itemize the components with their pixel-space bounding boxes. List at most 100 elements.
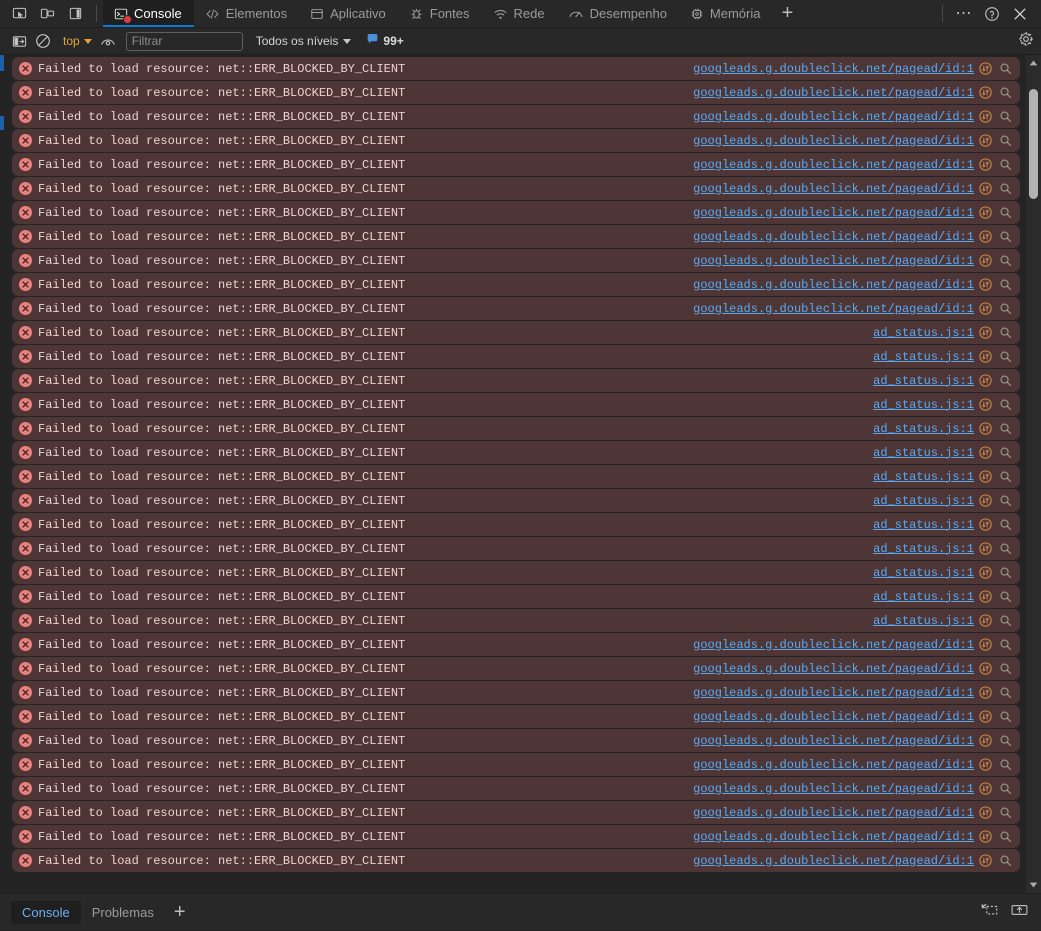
network-request-icon[interactable] (979, 374, 992, 387)
console-message-row[interactable]: Failed to load resource: net::ERR_BLOCKE… (12, 705, 1020, 728)
console-message-row[interactable]: Failed to load resource: net::ERR_BLOCKE… (12, 417, 1020, 440)
scrollbar-thumb[interactable] (1029, 89, 1038, 199)
console-message-row[interactable]: Failed to load resource: net::ERR_BLOCKE… (12, 801, 1020, 824)
network-request-icon[interactable] (979, 710, 992, 723)
source-link[interactable]: ad_status.js:1 (873, 614, 974, 628)
search-icon[interactable] (997, 278, 1012, 291)
network-request-icon[interactable] (979, 350, 992, 363)
console-message-row[interactable]: Failed to load resource: net::ERR_BLOCKE… (12, 753, 1020, 776)
network-request-icon[interactable] (979, 206, 992, 219)
search-icon[interactable] (997, 614, 1012, 627)
drawer-tab-console[interactable]: Console (11, 900, 81, 924)
source-link[interactable]: googleads.g.doubleclick.net/pagead/id:1 (693, 854, 974, 868)
clear-console-icon[interactable] (31, 30, 55, 52)
console-message-row[interactable]: Failed to load resource: net::ERR_BLOCKE… (12, 513, 1020, 536)
console-message-row[interactable]: Failed to load resource: net::ERR_BLOCKE… (12, 177, 1020, 200)
source-link[interactable]: googleads.g.doubleclick.net/pagead/id:1 (693, 302, 974, 316)
help-icon[interactable] (979, 1, 1005, 27)
source-link[interactable]: googleads.g.doubleclick.net/pagead/id:1 (693, 254, 974, 268)
source-link[interactable]: googleads.g.doubleclick.net/pagead/id:1 (693, 734, 974, 748)
network-request-icon[interactable] (979, 446, 992, 459)
source-link[interactable]: ad_status.js:1 (873, 446, 974, 460)
network-request-icon[interactable] (979, 662, 992, 675)
source-link[interactable]: ad_status.js:1 (873, 494, 974, 508)
network-request-icon[interactable] (979, 62, 992, 75)
console-scrollbar[interactable] (1026, 55, 1041, 893)
source-link[interactable]: ad_status.js:1 (873, 326, 974, 340)
network-request-icon[interactable] (979, 518, 992, 531)
source-link[interactable]: ad_status.js:1 (873, 566, 974, 580)
console-message-row[interactable]: Failed to load resource: net::ERR_BLOCKE… (12, 849, 1020, 872)
search-icon[interactable] (997, 446, 1012, 459)
network-request-icon[interactable] (979, 230, 992, 243)
console-message-row[interactable]: Failed to load resource: net::ERR_BLOCKE… (12, 201, 1020, 224)
source-link[interactable]: googleads.g.doubleclick.net/pagead/id:1 (693, 638, 974, 652)
filter-input[interactable] (125, 31, 243, 51)
drawer-add-tab-button[interactable]: + (165, 902, 195, 922)
source-link[interactable]: googleads.g.doubleclick.net/pagead/id:1 (693, 110, 974, 124)
network-request-icon[interactable] (979, 422, 992, 435)
search-icon[interactable] (997, 494, 1012, 507)
tab-fontes[interactable]: Fontes (398, 0, 482, 27)
search-icon[interactable] (997, 854, 1012, 867)
search-icon[interactable] (997, 86, 1012, 99)
source-link[interactable]: googleads.g.doubleclick.net/pagead/id:1 (693, 806, 974, 820)
network-request-icon[interactable] (979, 158, 992, 171)
console-message-row[interactable]: Failed to load resource: net::ERR_BLOCKE… (12, 81, 1020, 104)
search-icon[interactable] (997, 134, 1012, 147)
network-request-icon[interactable] (979, 830, 992, 843)
source-link[interactable]: googleads.g.doubleclick.net/pagead/id:1 (693, 278, 974, 292)
search-icon[interactable] (997, 542, 1012, 555)
network-request-icon[interactable] (979, 686, 992, 699)
network-request-icon[interactable] (979, 758, 992, 771)
network-request-icon[interactable] (979, 470, 992, 483)
source-link[interactable]: googleads.g.doubleclick.net/pagead/id:1 (693, 830, 974, 844)
search-icon[interactable] (997, 638, 1012, 651)
tab-aplicativo[interactable]: Aplicativo (299, 0, 398, 27)
console-message-row[interactable]: Failed to load resource: net::ERR_BLOCKE… (12, 537, 1020, 560)
search-icon[interactable] (997, 398, 1012, 411)
network-request-icon[interactable] (979, 182, 992, 195)
console-message-row[interactable]: Failed to load resource: net::ERR_BLOCKE… (12, 249, 1020, 272)
settings-button[interactable] (1018, 31, 1041, 52)
source-link[interactable]: googleads.g.doubleclick.net/pagead/id:1 (693, 182, 974, 196)
search-icon[interactable] (997, 350, 1012, 363)
console-message-row[interactable]: Failed to load resource: net::ERR_BLOCKE… (12, 633, 1020, 656)
console-message-row[interactable]: Failed to load resource: net::ERR_BLOCKE… (12, 321, 1020, 344)
source-link[interactable]: ad_status.js:1 (873, 590, 974, 604)
network-request-icon[interactable] (979, 326, 992, 339)
export-icon[interactable] (1010, 902, 1029, 923)
source-link[interactable]: ad_status.js:1 (873, 542, 974, 556)
network-request-icon[interactable] (979, 590, 992, 603)
network-request-icon[interactable] (979, 542, 992, 555)
network-request-icon[interactable] (979, 566, 992, 579)
inspect-element-icon[interactable] (6, 1, 32, 27)
console-message-row[interactable]: Failed to load resource: net::ERR_BLOCKE… (12, 369, 1020, 392)
source-link[interactable]: googleads.g.doubleclick.net/pagead/id:1 (693, 62, 974, 76)
scroll-up-arrow-icon[interactable] (1026, 55, 1041, 71)
search-icon[interactable] (997, 326, 1012, 339)
close-icon[interactable] (1007, 1, 1033, 27)
source-link[interactable]: googleads.g.doubleclick.net/pagead/id:1 (693, 782, 974, 796)
source-link[interactable]: ad_status.js:1 (873, 470, 974, 484)
search-icon[interactable] (997, 566, 1012, 579)
console-sidebar-icon[interactable] (7, 30, 31, 52)
console-message-row[interactable]: Failed to load resource: net::ERR_BLOCKE… (12, 57, 1020, 80)
search-icon[interactable] (997, 302, 1012, 315)
execution-context-selector[interactable]: top (57, 32, 96, 50)
search-icon[interactable] (997, 782, 1012, 795)
console-message-row[interactable]: Failed to load resource: net::ERR_BLOCKE… (12, 777, 1020, 800)
search-icon[interactable] (997, 206, 1012, 219)
search-icon[interactable] (997, 422, 1012, 435)
network-request-icon[interactable] (979, 278, 992, 291)
network-request-icon[interactable] (979, 494, 992, 507)
network-request-icon[interactable] (979, 398, 992, 411)
source-link[interactable]: ad_status.js:1 (873, 350, 974, 364)
search-icon[interactable] (997, 230, 1012, 243)
source-link[interactable]: googleads.g.doubleclick.net/pagead/id:1 (693, 86, 974, 100)
search-icon[interactable] (997, 590, 1012, 603)
search-icon[interactable] (997, 254, 1012, 267)
source-link[interactable]: googleads.g.doubleclick.net/pagead/id:1 (693, 662, 974, 676)
console-message-row[interactable]: Failed to load resource: net::ERR_BLOCKE… (12, 273, 1020, 296)
search-icon[interactable] (997, 470, 1012, 483)
